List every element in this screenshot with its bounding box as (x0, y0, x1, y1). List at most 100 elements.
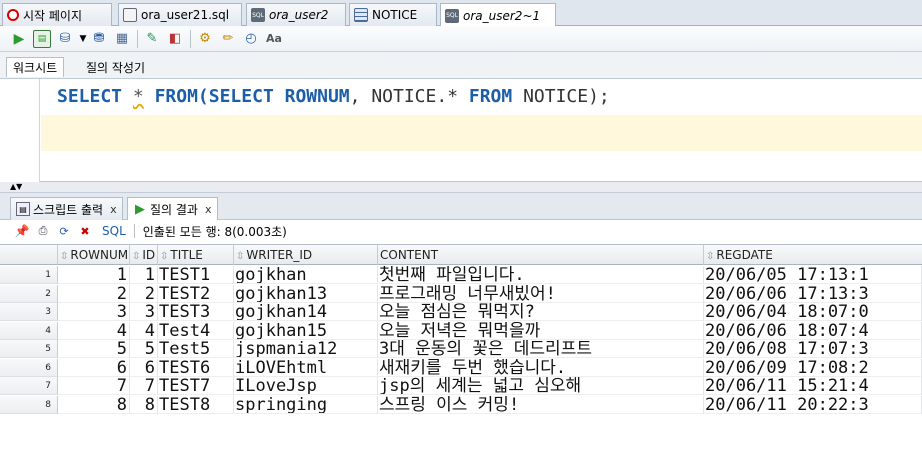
dropdown-icon[interactable]: ▼ (79, 30, 87, 48)
format-icon[interactable]: Aa (265, 30, 283, 48)
close-icon[interactable]: x (205, 203, 212, 216)
clear-icon[interactable]: ✏ (219, 30, 237, 48)
row-number[interactable]: 8 (0, 395, 58, 414)
row-number[interactable]: 1 (0, 266, 58, 284)
history-icon[interactable]: ◴ (242, 30, 260, 48)
cell-writer-id[interactable]: gojkhan (234, 266, 378, 284)
tab-query-result[interactable]: ▶ 질의 결과 x (127, 197, 218, 220)
pin-icon[interactable]: 📌 (14, 223, 30, 239)
sql-statement[interactable]: SELECT * FROM(SELECT ROWNUM, NOTICE.* FR… (57, 86, 610, 107)
cell-content[interactable]: 오늘 저녁은 뭐먹을까 (378, 321, 704, 340)
keyword-from: FROM (154, 86, 198, 107)
column-header-writer-id[interactable]: ⇳ WRITER_ID (234, 245, 378, 265)
tab-script-output[interactable]: ▤ 스크립트 출력 x (10, 197, 123, 220)
cell-content[interactable]: 프로그래밍 너무새빘어! (378, 284, 704, 303)
tab-ora-user2[interactable]: SQL ora_user2 (246, 3, 346, 26)
collapse-arrows-icon[interactable]: ▲▼ (10, 182, 22, 192)
row-number[interactable]: 5 (0, 340, 58, 358)
cell-regdate[interactable]: 20/06/08 17:07:3 (704, 340, 922, 358)
explain-plan-icon[interactable]: ▦ (113, 30, 131, 48)
cell-rownum[interactable]: 6 (58, 358, 130, 377)
cell-rownum[interactable]: 3 (58, 303, 130, 321)
cell-rownum[interactable]: 4 (58, 321, 130, 340)
tab-query-builder[interactable]: 질의 작성기 (80, 57, 151, 77)
column-header-content[interactable]: CONTENT (378, 245, 704, 265)
cell-regdate[interactable]: 20/06/04 18:07:0 (704, 303, 922, 321)
cell-title[interactable]: TEST3 (158, 303, 234, 321)
cell-writer-id[interactable]: gojkhan14 (234, 303, 378, 321)
result-grid[interactable]: ⇳ ROWNUM ⇳ ID ⇳ TITLE ⇳ WRITER_ID CONTENT ⇳ R… (0, 244, 922, 466)
cell-writer-id[interactable]: gojkhan15 (234, 321, 378, 340)
cell-content[interactable]: 새재키를 두번 했습니다. (378, 358, 704, 377)
tab-worksheet[interactable]: 워크시트 (6, 57, 65, 77)
cell-writer-id[interactable]: gojkhan13 (234, 284, 378, 303)
cell-title[interactable]: TEST2 (158, 284, 234, 303)
row-number[interactable]: 4 (0, 321, 58, 340)
tab-ora-user2-1[interactable]: SQL ora_user2~1 (440, 3, 556, 27)
print-icon[interactable]: ⎙ (35, 223, 51, 239)
cell-rownum[interactable]: 2 (58, 284, 130, 303)
output-tab-bar: ▤ 스크립트 출력 x ▶ 질의 결과 x (0, 193, 922, 220)
cell-id[interactable]: 6 (130, 358, 158, 377)
cell-title[interactable]: Test4 (158, 321, 234, 340)
pane-splitter[interactable]: ▲▼ (0, 182, 922, 193)
cell-regdate[interactable]: 20/06/06 17:13:3 (704, 284, 922, 303)
cell-id[interactable]: 2 (130, 284, 158, 303)
cell-title[interactable]: TEST6 (158, 358, 234, 377)
cancel-query-icon[interactable]: ✖ (77, 223, 93, 239)
row-number[interactable]: 7 (0, 377, 58, 395)
cell-id[interactable]: 1 (130, 266, 158, 284)
sql-tuning-icon[interactable]: ◧ (166, 30, 184, 48)
sort-icon: ⇳ (60, 251, 69, 262)
tab-start-page[interactable]: 시작 페이지 (2, 3, 112, 26)
cell-id[interactable]: 5 (130, 340, 158, 358)
worksheet-toolbar: ▶ ▤ ⛁ ▼ ⛃ ▦ ✎ ◧ ⚙ ✏ ◴ Aa (0, 26, 922, 52)
commit-icon[interactable]: ⛁ (56, 30, 74, 48)
cell-rownum[interactable]: 7 (58, 377, 130, 395)
cell-writer-id[interactable]: jspmania12 (234, 340, 378, 358)
cell-writer-id[interactable]: iLOVEhtml (234, 358, 378, 377)
cell-title[interactable]: TEST8 (158, 395, 234, 414)
tab-notice[interactable]: NOTICE (349, 3, 437, 26)
cell-rownum[interactable]: 5 (58, 340, 130, 358)
column-header-regdate[interactable]: ⇳ REGDATE (704, 245, 922, 265)
run-script-icon[interactable]: ▤ (33, 29, 51, 48)
cell-content[interactable]: 오늘 점심은 뭐먹지? (378, 303, 704, 321)
cell-writer-id[interactable]: springing (234, 395, 378, 414)
cell-regdate[interactable]: 20/06/06 18:07:4 (704, 321, 922, 340)
row-number[interactable]: 6 (0, 358, 58, 377)
cell-id[interactable]: 8 (130, 395, 158, 414)
row-number[interactable]: 3 (0, 303, 58, 321)
cell-content[interactable]: 스프링 이스 커밍! (378, 395, 704, 414)
sql-link[interactable]: SQL (102, 224, 126, 238)
cell-id[interactable]: 7 (130, 377, 158, 395)
column-header-rownum[interactable]: ⇳ ROWNUM (58, 245, 130, 265)
cell-title[interactable]: TEST7 (158, 377, 234, 395)
cell-title[interactable]: Test5 (158, 340, 234, 358)
cell-id[interactable]: 3 (130, 303, 158, 321)
cell-rownum[interactable]: 8 (58, 395, 130, 414)
cell-regdate[interactable]: 20/06/09 17:08:2 (704, 358, 922, 377)
cell-content[interactable]: 3대 운동의 꽃은 데드리프트 (378, 340, 704, 358)
cell-regdate[interactable]: 20/06/05 17:13:1 (704, 266, 922, 284)
cell-writer-id[interactable]: ILoveJsp (234, 377, 378, 395)
cell-id[interactable]: 4 (130, 321, 158, 340)
rollback-icon[interactable]: ⛃ (90, 30, 108, 48)
close-icon[interactable]: x (110, 203, 117, 216)
cell-title[interactable]: TEST1 (158, 266, 234, 284)
autotrace-icon[interactable]: ✎ (143, 30, 161, 48)
cell-rownum[interactable]: 1 (58, 266, 130, 284)
unshared-sql-icon[interactable]: ⚙ (196, 30, 214, 48)
run-statement-icon[interactable]: ▶ (10, 30, 28, 48)
column-header-title[interactable]: ⇳ TITLE (158, 245, 234, 265)
cell-regdate[interactable]: 20/06/11 15:21:4 (704, 377, 922, 395)
cell-content[interactable]: 첫번째 파일입니다. (378, 266, 704, 284)
cell-content[interactable]: jsp의 세계는 넓고 심오해 (378, 377, 704, 395)
sql-editor[interactable]: SELECT * FROM(SELECT ROWNUM, NOTICE.* FR… (0, 79, 922, 182)
fetch-status: 인출된 모든 행: 8(0.003초) (142, 224, 287, 239)
cell-regdate[interactable]: 20/06/11 20:22:3 (704, 395, 922, 414)
refresh-icon[interactable]: ⟳ (56, 223, 72, 239)
column-header-id[interactable]: ⇳ ID (130, 245, 158, 265)
tab-ora-user21-sql[interactable]: ora_user21.sql (118, 3, 242, 26)
row-number[interactable]: 2 (0, 284, 58, 303)
